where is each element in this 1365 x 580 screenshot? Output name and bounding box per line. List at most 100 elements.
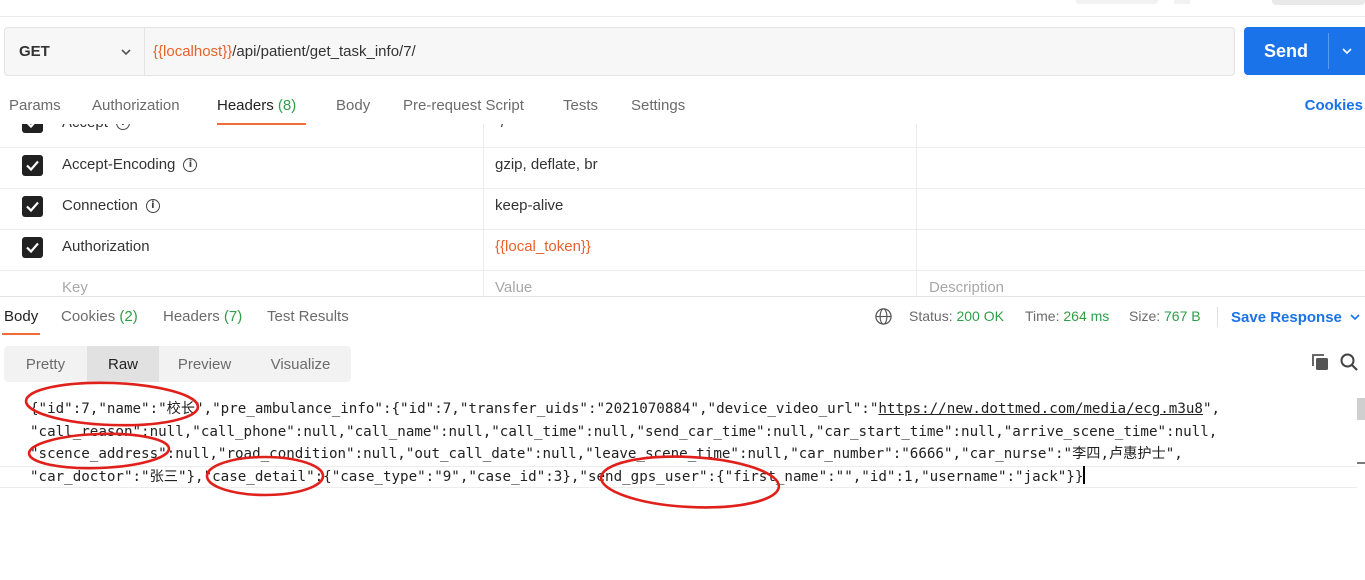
cookies-link[interactable]: Cookies (1305, 97, 1363, 114)
row-checkbox[interactable] (22, 237, 43, 258)
tab-cookies-count: (2) (119, 308, 138, 325)
tab-body[interactable]: Body (336, 97, 370, 114)
tab-headers-count: (7) (223, 308, 243, 325)
table-row: Authorization {{local_token}} (0, 229, 1365, 271)
chevron-down-icon[interactable] (1349, 311, 1361, 323)
top-toolbar-strip (0, 0, 1365, 17)
key-placeholder[interactable]: Key (62, 279, 88, 296)
header-key[interactable]: Accept-Encoding i (62, 156, 198, 173)
toolbar-ghost-control[interactable] (1174, 0, 1190, 4)
tab-response-body[interactable]: Body (4, 308, 38, 325)
checkmark-icon (26, 160, 39, 172)
table-row: Accept-Encoding i gzip, deflate, br (0, 147, 1365, 189)
tab-cookies-label: Cookies (61, 308, 116, 325)
send-button-group: Send (1244, 27, 1365, 75)
tab-headers-count: (8) (277, 97, 297, 114)
url-input[interactable]: {{localhost}}/api/patient/get_task_info/… (145, 28, 1234, 75)
tab-response-cookies[interactable]: Cookies (2) (61, 308, 138, 325)
tab-headers[interactable]: Headers (8) (217, 97, 296, 114)
mode-raw[interactable]: Raw (87, 346, 159, 382)
tab-tests[interactable]: Tests (563, 97, 598, 114)
scrollbar-thumb[interactable] (1357, 398, 1365, 420)
status-value: 200 OK (956, 308, 1004, 324)
size-value: 767 B (1164, 308, 1201, 324)
url-link[interactable]: https://new.dottmed.com/media/ecg.m3u8 (878, 401, 1203, 417)
toolbar-ghost-control[interactable] (1076, 0, 1158, 4)
tab-prerequest-script[interactable]: Pre-request Script (403, 97, 524, 114)
description-placeholder[interactable]: Description (929, 279, 1004, 296)
toolbar-ghost-button[interactable] (1272, 0, 1365, 5)
request-tabs: Params Authorization Headers (8) Body Pr… (0, 92, 1365, 126)
tab-test-results[interactable]: Test Results (267, 308, 349, 325)
time-label: Time: (1025, 308, 1060, 324)
value-placeholder[interactable]: Value (495, 279, 532, 296)
header-value[interactable]: {{local_token}} (495, 238, 591, 255)
time-readout[interactable]: Time: 264 ms (1025, 308, 1109, 324)
tab-authorization[interactable]: Authorization (92, 97, 180, 114)
scrollbar-marker (1357, 462, 1365, 464)
code-text: "call_reason":null,"call_phone":null,"ca… (30, 423, 1218, 440)
status-label: Status: (909, 308, 953, 324)
method-select[interactable]: GET (5, 28, 145, 75)
info-icon: i (183, 157, 198, 172)
globe-icon[interactable] (874, 307, 893, 326)
header-key-text: Accept-Encoding (62, 156, 176, 173)
header-key-text: Connection (62, 197, 138, 214)
mode-visualize[interactable]: Visualize (250, 346, 351, 382)
url-path: /api/patient/get_task_info/7/ (232, 43, 416, 60)
url-variable: {{localhost}} (153, 43, 233, 60)
copy-icon[interactable] (1310, 352, 1330, 372)
headers-table: Accept i */* Accept-Encoding i gzip, defla… (0, 124, 1365, 296)
column-divider (916, 124, 917, 296)
send-options-button[interactable] (1329, 27, 1365, 75)
code-text: "scence_address":null,"road_condition":n… (30, 446, 1183, 463)
request-bar: GET {{localhost}}/api/patient/get_task_i… (4, 27, 1235, 76)
code-text: {"id":7,"name":"校长","pre_ambulance_info"… (30, 401, 879, 417)
divider (1217, 307, 1218, 327)
info-icon: i (145, 198, 160, 213)
text-cursor (1083, 465, 1086, 484)
mode-preview[interactable]: Preview (159, 346, 250, 382)
header-key[interactable]: Authorization (62, 238, 150, 255)
row-checkbox[interactable] (22, 124, 43, 133)
header-value[interactable]: */* (495, 124, 511, 131)
response-tabs: Body Cookies (2) Headers (7) Test Result… (0, 296, 1365, 337)
header-key[interactable]: Accept i (62, 124, 130, 131)
row-checkbox[interactable] (22, 155, 43, 176)
tab-settings[interactable]: Settings (631, 97, 685, 114)
status-readout[interactable]: Status: 200 OK (909, 308, 1004, 324)
tab-response-headers[interactable]: Headers (7) (163, 308, 242, 325)
code-line: "scence_address":null,"road_condition":n… (30, 443, 1350, 466)
checkmark-icon (26, 201, 39, 213)
header-key-text: Accept (62, 124, 108, 131)
view-mode-selector: Pretty Raw Preview Visualize (4, 346, 351, 382)
code-line: "car_doctor":"张三"},"case_detail":{"case_… (30, 465, 1350, 489)
tab-headers-label: Headers (163, 308, 220, 325)
time-value: 264 ms (1063, 308, 1110, 324)
row-checkbox[interactable] (22, 196, 43, 217)
tab-headers-label: Headers (217, 97, 274, 114)
response-body-editor[interactable]: {"id":7,"name":"校长","pre_ambulance_info"… (30, 398, 1350, 488)
chevron-down-icon (1342, 48, 1352, 55)
save-response-button[interactable]: Save Response (1231, 309, 1342, 326)
tab-params[interactable]: Params (9, 97, 61, 114)
info-icon: i (115, 124, 130, 130)
table-row-new: Key Value Description (0, 270, 1365, 296)
table-row: Accept i */* (0, 124, 1365, 148)
header-value[interactable]: gzip, deflate, br (495, 156, 598, 173)
code-line: {"id":7,"name":"校长","pre_ambulance_info"… (30, 398, 1350, 421)
table-row: Connection i keep-alive (0, 188, 1365, 230)
code-text: ", (1202, 401, 1221, 417)
search-icon[interactable] (1339, 352, 1359, 372)
header-key[interactable]: Connection i (62, 197, 160, 214)
header-value[interactable]: keep-alive (495, 197, 563, 214)
send-button[interactable]: Send (1244, 27, 1328, 75)
checkmark-icon (26, 124, 35, 129)
header-key-text: Authorization (62, 238, 150, 255)
active-tab-indicator (2, 333, 40, 335)
size-readout[interactable]: Size: 767 B (1129, 308, 1201, 324)
code-line: "call_reason":null,"call_phone":null,"ca… (30, 421, 1350, 444)
code-text: "car_doctor":"张三"},"case_detail":{"case_… (30, 468, 1084, 485)
size-label: Size: (1129, 308, 1161, 324)
mode-pretty[interactable]: Pretty (4, 346, 87, 382)
